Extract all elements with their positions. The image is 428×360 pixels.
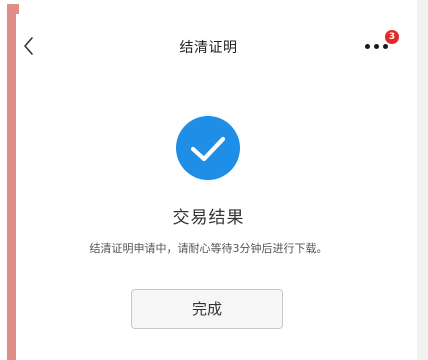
check-circle-icon [176, 116, 240, 180]
done-button[interactable]: 完成 [131, 289, 283, 329]
right-gutter [417, 0, 428, 360]
nav-bar: 结清证明 3 [0, 24, 417, 70]
page-title: 结清证明 [179, 40, 238, 56]
result-description: 结清证明申请中，请耐心等待3分钟后进行下载。 [89, 242, 328, 255]
notification-badge: 3 [385, 30, 399, 44]
result-title: 交易结果 [172, 208, 245, 228]
more-button[interactable]: 3 [361, 30, 401, 58]
more-horizontal-icon [365, 44, 395, 50]
side-marker-top [7, 4, 19, 14]
settlement-certificate-screen: 结清证明 3 交易结果 结清证明申请中，请耐心等待3分钟后进行下载。 完成 [0, 0, 428, 360]
